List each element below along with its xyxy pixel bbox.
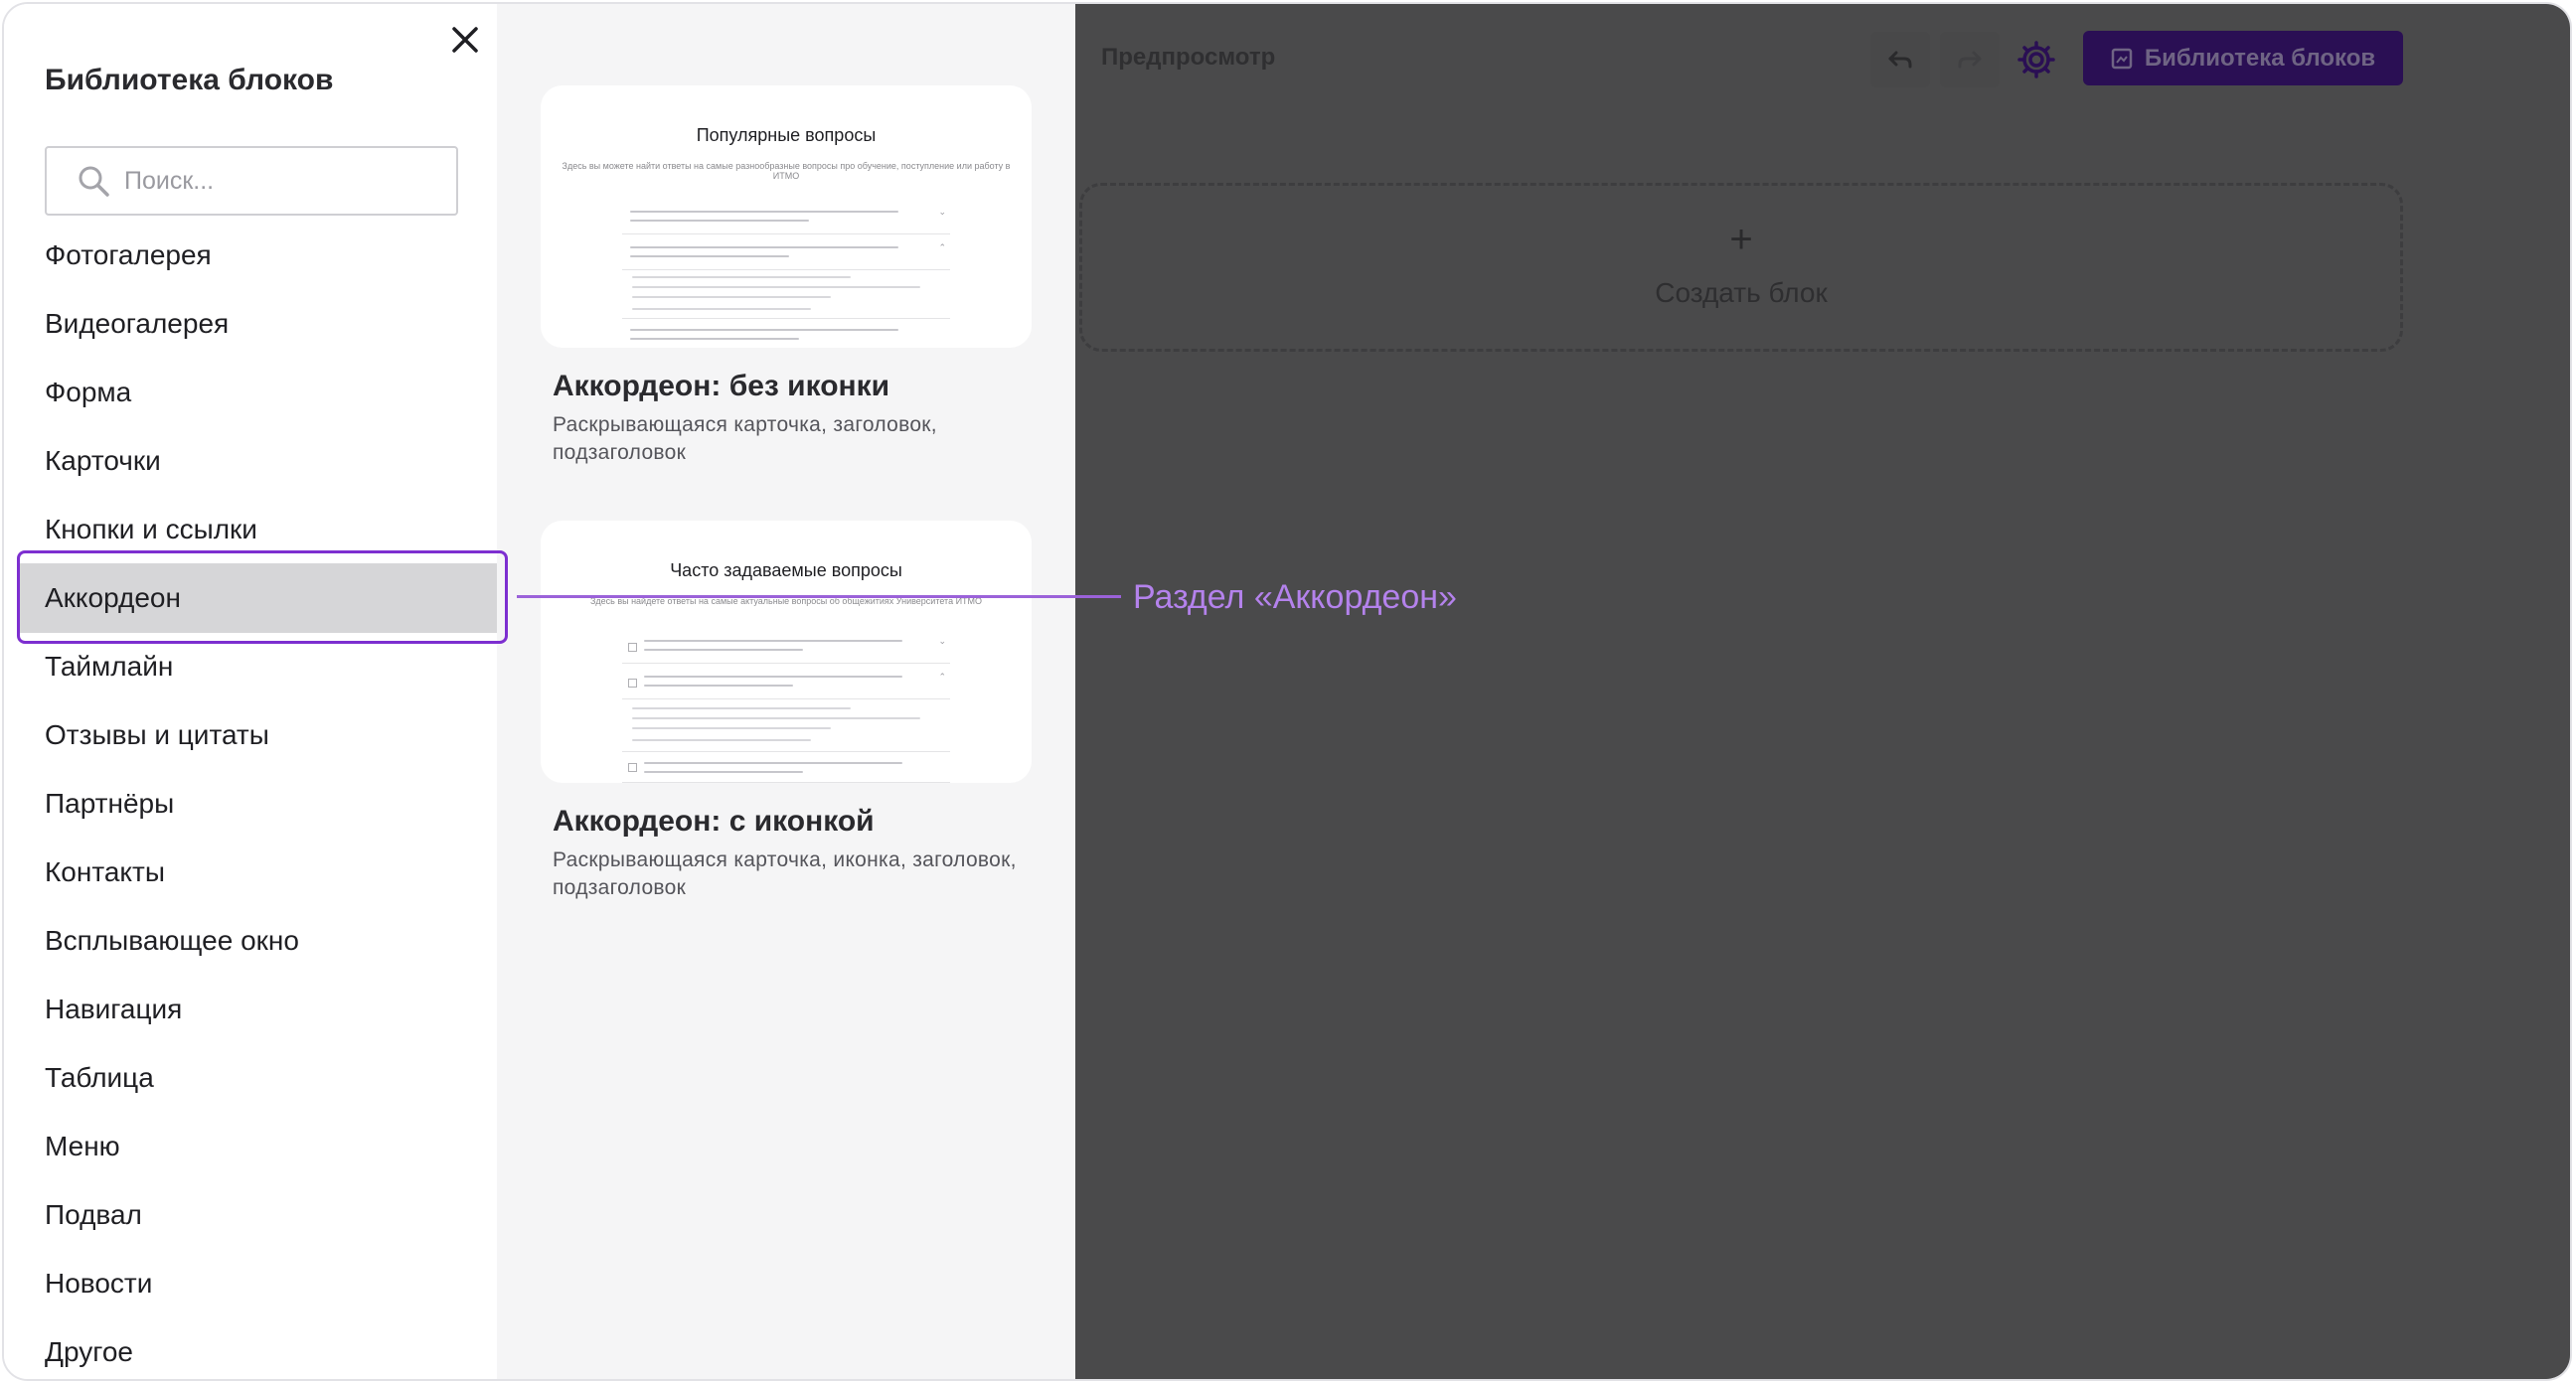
chevron-down-icon: ⌄ <box>938 636 946 646</box>
search-icon <box>79 166 109 197</box>
category-footer[interactable]: Подвал <box>45 1197 142 1233</box>
library-icon <box>2111 48 2133 69</box>
sidebar: Библиотека блоков Фотогалерея Видеогалер… <box>4 4 500 1379</box>
category-photogallery[interactable]: Фотогалерея <box>45 237 212 273</box>
preview-title: Предпросмотр <box>1101 44 1276 71</box>
thumb-subtitle: Здесь вы можете найти ответы на самые ра… <box>562 161 1011 181</box>
search-field[interactable] <box>45 146 458 216</box>
category-other[interactable]: Другое <box>45 1334 133 1370</box>
category-partners[interactable]: Партнёры <box>45 786 174 822</box>
category-reviews-quotes[interactable]: Отзывы и цитаты <box>45 717 269 753</box>
thumb-item-icon <box>628 643 637 652</box>
block-card-accordion-with-icon[interactable]: Часто задаваемые вопросы Здесь вы найдет… <box>541 521 1032 783</box>
chevron-up-icon: ⌃ <box>938 672 946 682</box>
search-input[interactable] <box>124 166 422 196</box>
block-card-accordion-no-icon[interactable]: Популярные вопросы Здесь вы можете найти… <box>541 85 1032 348</box>
block-library-button[interactable]: Библиотека блоков <box>2083 31 2403 85</box>
thumb-accordion-row <box>622 751 950 783</box>
thumb-accordion-row: ⌄ <box>622 632 950 664</box>
block-description: Раскрывающаяся карточка, иконка, заголов… <box>553 848 1017 899</box>
category-buttons-links[interactable]: Кнопки и ссылки <box>45 512 257 547</box>
category-videogallery[interactable]: Видеогалерея <box>45 306 229 342</box>
category-contacts[interactable]: Контакты <box>45 854 165 890</box>
category-news[interactable]: Новости <box>45 1266 152 1302</box>
category-table[interactable]: Таблица <box>45 1060 154 1096</box>
thumb-item-icon <box>628 679 637 688</box>
block-description: Раскрывающаяся карточка, заголовок, подз… <box>553 413 937 464</box>
sidebar-title: Библиотека блоков <box>45 64 334 96</box>
close-button[interactable] <box>445 20 485 60</box>
plus-icon: + <box>1729 218 1753 261</box>
category-timeline[interactable]: Таймлайн <box>45 649 173 685</box>
accordion-highlight-frame <box>17 550 508 644</box>
editor-overlay: Предпросмотр Библиотека блоков + Создать… <box>1075 4 2570 1379</box>
undo-button[interactable] <box>1870 32 1930 87</box>
category-popup[interactable]: Всплывающее окно <box>45 923 299 959</box>
thumb-accordion-row: ⌃ <box>622 668 950 699</box>
block-previews-panel: Популярные вопросы Здесь вы можете найти… <box>497 4 1075 1379</box>
undo-icon <box>1888 51 1912 69</box>
chevron-down-icon: ⌄ <box>938 207 946 217</box>
category-menu[interactable]: Меню <box>45 1129 120 1164</box>
block-title: Аккордеон: без иконки <box>553 370 890 402</box>
thumb-accordion-row: ⌃ <box>622 238 950 270</box>
thumb-heading: Популярные вопросы <box>696 125 877 145</box>
thumb-item-icon <box>628 763 637 772</box>
thumb-heading: Часто задаваемые вопросы <box>670 560 902 580</box>
callout-label: Раздел «Аккордеон» <box>1133 578 1457 616</box>
thumb-accordion-row: ⌄ <box>622 203 950 234</box>
callout-line <box>517 595 1121 598</box>
chevron-up-icon: ⌃ <box>938 242 946 252</box>
close-icon <box>452 27 478 53</box>
gear-icon <box>2017 41 2055 78</box>
create-block-label: Создать блок <box>1655 277 1828 308</box>
block-library-button-label: Библиотека блоков <box>2144 44 2376 72</box>
category-form[interactable]: Форма <box>45 375 131 410</box>
redo-button[interactable] <box>1940 32 2000 87</box>
block-title: Аккордеон: с иконкой <box>553 805 875 838</box>
category-cards[interactable]: Карточки <box>45 443 161 479</box>
redo-icon <box>1958 51 1982 69</box>
category-navigation[interactable]: Навигация <box>45 992 182 1027</box>
create-block-area[interactable]: + Создать блок <box>1079 183 2403 352</box>
thumb-accordion-row <box>622 318 950 348</box>
block-library-window: Библиотека блоков Фотогалерея Видеогалер… <box>2 2 2572 1381</box>
settings-button[interactable] <box>2007 32 2066 87</box>
